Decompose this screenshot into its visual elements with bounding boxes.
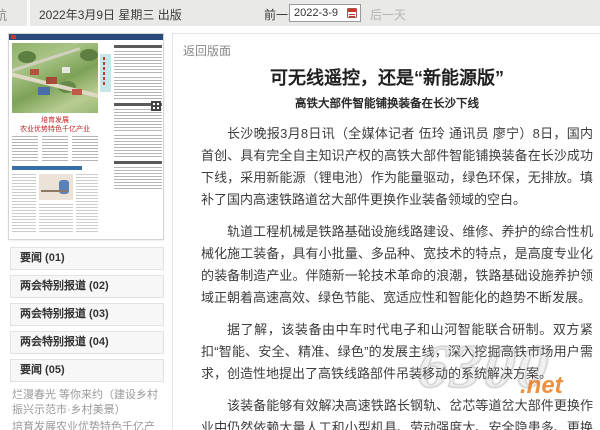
- sidebar-section-yaowen-01[interactable]: 要闻 (01): [10, 247, 164, 270]
- section-label: 两会特别报道 (04): [20, 336, 109, 348]
- section-label: 两会特别报道 (02): [20, 280, 109, 292]
- thumbnail-aerial-photo: [12, 43, 98, 113]
- thumbnail-text-column: [12, 136, 38, 162]
- article-title: 可无线遥控，还是“新能源版”: [270, 68, 504, 88]
- article-paragraph: 据了解，该装备由中车时代电子和山河智能联合研制。双方紧扣“智能、安全、精准、绿色…: [201, 322, 593, 381]
- thumbnail-highlight-box: [100, 54, 111, 92]
- section-label: 两会特别报道 (03): [20, 308, 109, 320]
- sidebar-article-link[interactable]: 烂漫春光 等你来约（建设乡村振兴示范市·乡村美景）: [12, 388, 162, 418]
- front-page-thumbnail[interactable]: 培育发展 农业优势特色千亿产业: [8, 33, 164, 240]
- top-date-bar: 航 2022年3月9日 星期三 出版 前一天 后一天: [0, 0, 600, 26]
- article-body: 长沙晚报3月8日讯（全媒体记者 伍玲 通讯员 廖宁）8日，国内首创、具有完全自主…: [201, 123, 593, 430]
- thumbnail-text-column: [12, 174, 36, 232]
- thumbnail-headline-line1: 培育发展: [41, 117, 69, 124]
- section-label: 要闻 (05): [20, 364, 65, 376]
- thumbnail-right-column: [114, 43, 162, 237]
- thumbnail-text-column: [72, 136, 98, 162]
- sidebar-section-lianghui-04[interactable]: 两会特别报道 (04): [10, 331, 164, 354]
- section-label: 要闻 (01): [20, 252, 65, 264]
- sidebar-section-yaowen-05[interactable]: 要闻 (05): [10, 359, 164, 382]
- article-panel: 返回版面 可无线遥控，还是“新能源版” 高铁大部件智能铺换装备在长沙下线 长沙晚…: [172, 33, 600, 430]
- article-paragraph: 该装备能够有效解决高速铁路长钢轨、岔芯等道岔大部件更换作业中仍然依赖大量人工和小…: [201, 398, 593, 430]
- sidebar-article-link[interactable]: 培育发展农业优势特色千亿产业: [12, 420, 162, 430]
- article-paragraph: 轨道工程机械是铁路基础设施线路建设、维修、养护的综合性机械化施工装备，具有小批量…: [201, 224, 593, 305]
- sidebar-section-lianghui-02[interactable]: 两会特别报道 (02): [10, 275, 164, 298]
- thumbnail-headline: 培育发展 农业优势特色千亿产业: [12, 116, 98, 134]
- article-subtitle: 高铁大部件智能铺换装备在长沙下线: [295, 98, 479, 110]
- thumbnail-person-photo: [39, 174, 73, 200]
- topbar-divider: [27, 0, 30, 26]
- publication-date-label: 2022年3月9日 星期三 出版: [39, 8, 182, 22]
- thumbnail-blue-headline-bar: [12, 166, 82, 170]
- article-paragraph: 长沙晚报3月8日讯（全媒体记者 伍玲 通讯员 廖宁）8日，国内首创、具有完全自主…: [201, 126, 593, 207]
- calendar-icon[interactable]: [347, 8, 357, 18]
- thumbnail-headline-line2: 农业优势特色千亿产业: [20, 126, 90, 133]
- epaper-reader: 航 2022年3月9日 星期三 出版 前一天 后一天 培育发展 农业优势特色千亿…: [0, 0, 600, 430]
- thumbnail-text-column: [39, 204, 73, 232]
- thumbnail-text-column: [76, 174, 98, 232]
- sidebar-section-lianghui-03[interactable]: 两会特别报道 (03): [10, 303, 164, 326]
- thumbnail-masthead-bar: [9, 34, 163, 40]
- thumbnail-qr-code: [151, 101, 161, 111]
- clipped-edge-text: 航: [0, 8, 8, 23]
- back-to-page-link[interactable]: 返回版面: [183, 42, 231, 59]
- thumbnail-text-column: [42, 136, 68, 162]
- next-day-button-disabled: 后一天: [370, 8, 407, 22]
